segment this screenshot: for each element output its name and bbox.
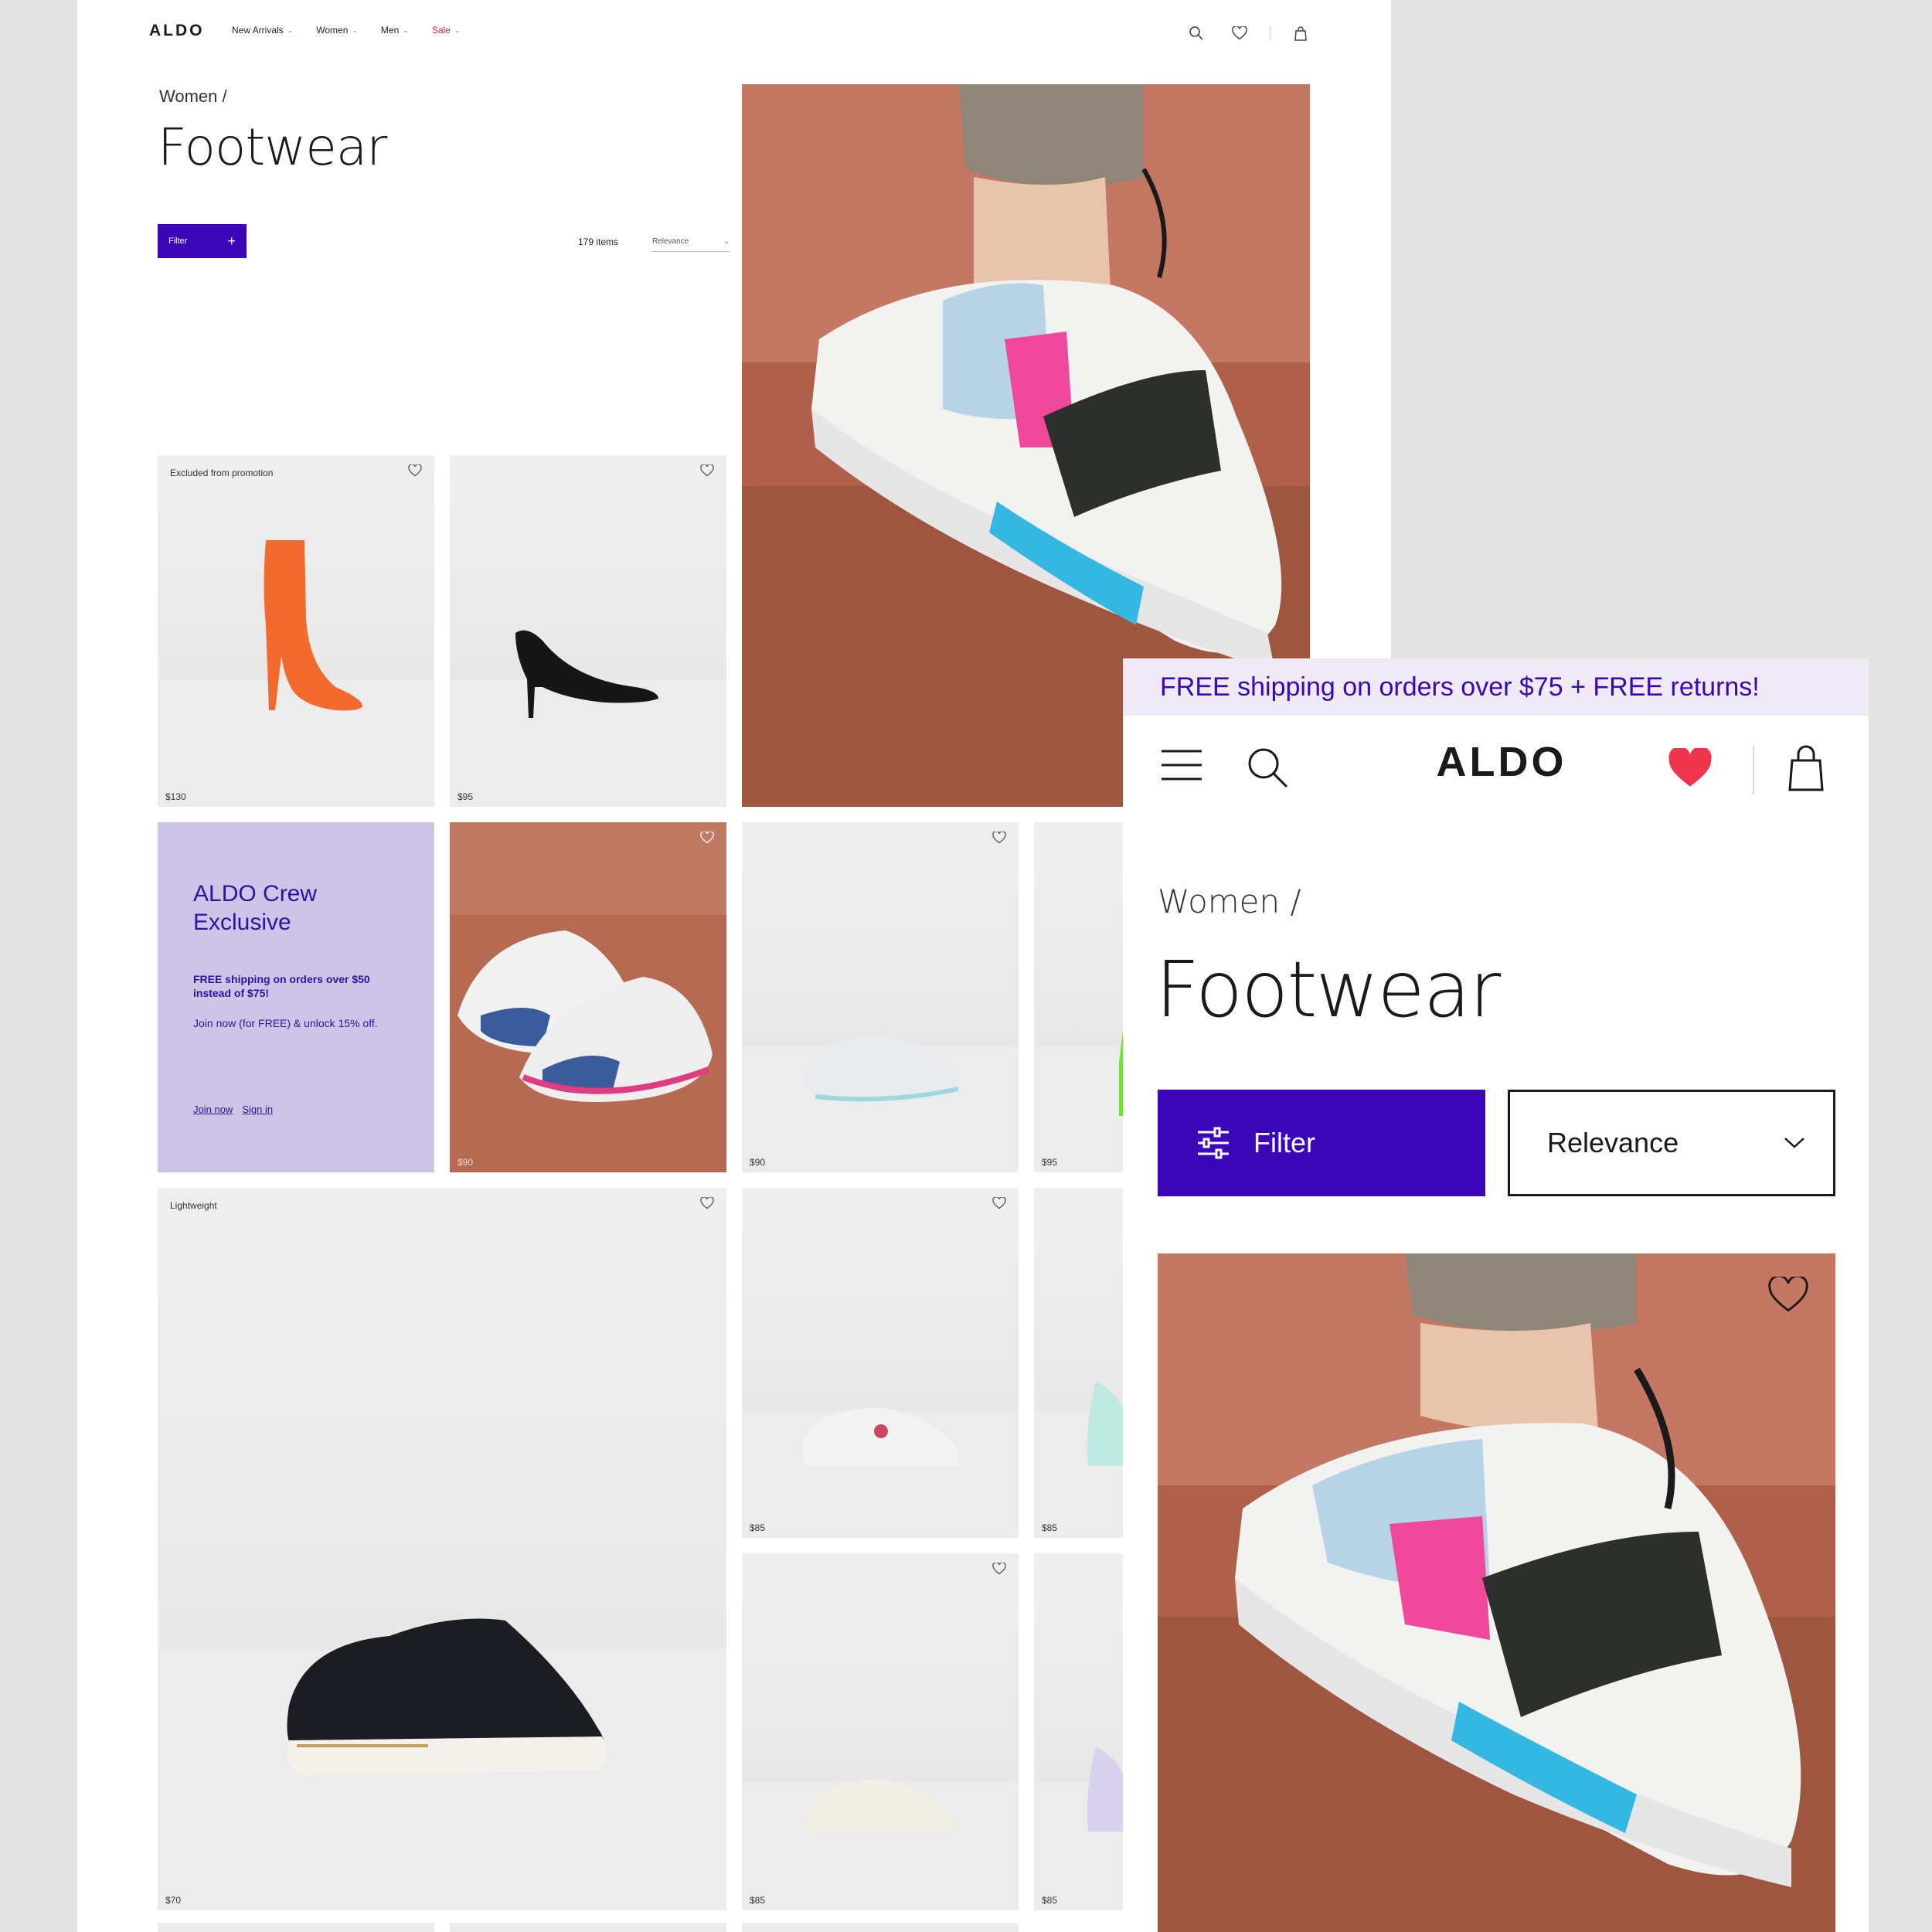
- wishlist-heart-icon[interactable]: [992, 1196, 1008, 1211]
- promo-heading: ALDO Crew Exclusive: [193, 881, 318, 935]
- nav-label: Sale: [431, 25, 451, 36]
- nav-men[interactable]: Men ⌄: [381, 25, 409, 36]
- product-tag: Excluded from promotion: [170, 468, 274, 478]
- item-count: 179 items: [578, 236, 619, 247]
- heart-icon[interactable]: [1226, 23, 1253, 43]
- filter-button[interactable]: Filter +: [158, 224, 247, 258]
- product-price: $95: [1042, 1157, 1058, 1168]
- nav-new-arrivals[interactable]: New Arrivals ⌄: [232, 25, 293, 36]
- product-price: $90: [457, 1157, 474, 1168]
- wishlist-heart-icon[interactable]: [1767, 1274, 1811, 1315]
- header-divider: [1753, 747, 1754, 794]
- sneakers-lifestyle-image: [450, 822, 726, 1172]
- promo-text: Join now (for FREE) & unlock 15% off.: [193, 1017, 378, 1029]
- search-icon[interactable]: [1183, 23, 1209, 43]
- breadcrumb[interactable]: Women /: [1158, 883, 1301, 920]
- wishlist-heart-icon[interactable]: [700, 831, 716, 845]
- page-title: Footwear: [1155, 944, 1501, 1035]
- white-sneaker-image: [807, 1035, 959, 1102]
- product-price: $95: [457, 791, 474, 802]
- cream-slip-on-image: [806, 1779, 954, 1833]
- wishlist-heart-icon[interactable]: [700, 464, 716, 478]
- chevron-down-icon: ⌄: [352, 26, 358, 34]
- product-card[interactable]: [450, 1923, 726, 1932]
- shipping-banner[interactable]: FREE shipping on orders over $75 + FREE …: [1123, 658, 1869, 716]
- product-price: $85: [750, 1522, 766, 1533]
- sign-in-link[interactable]: Sign in: [242, 1104, 273, 1115]
- promo-links: Join now Sign in: [193, 1104, 273, 1115]
- svg-text:ALDO: ALDO: [1437, 739, 1567, 785]
- sort-label: Relevance: [1547, 1127, 1679, 1158]
- sliders-icon: [1198, 1127, 1229, 1159]
- black-sneaker-image: [287, 1618, 607, 1775]
- wishlist-heart-icon[interactable]: [408, 464, 423, 478]
- filter-label: Filter: [168, 236, 188, 246]
- chevron-down-icon: ⌄: [403, 26, 409, 34]
- filter-label: Filter: [1253, 1127, 1315, 1158]
- bag-icon[interactable]: [1287, 23, 1314, 43]
- mobile-header: ALDO: [1123, 716, 1869, 816]
- nav-label: New Arrivals: [232, 25, 284, 36]
- mobile-page: FREE shipping on orders over $75 + FREE …: [1123, 658, 1869, 1932]
- chevron-down-icon: [1784, 1138, 1804, 1148]
- bag-icon[interactable]: [1787, 743, 1826, 793]
- plus-icon: +: [227, 233, 236, 249]
- aldo-crew-promo: ALDO Crew Exclusive FREE shipping on ord…: [158, 822, 434, 1172]
- product-card[interactable]: [158, 1923, 434, 1932]
- nav-label: Women: [316, 25, 349, 36]
- wishlist-heart-icon[interactable]: [1668, 746, 1714, 791]
- breadcrumb[interactable]: Women /: [159, 87, 227, 107]
- product-card[interactable]: $95: [450, 455, 726, 807]
- white-embellished-sneaker-image: [802, 1408, 958, 1466]
- product-price: $85: [1042, 1895, 1058, 1906]
- nav-label: Men: [380, 25, 400, 36]
- hamburger-menu-icon[interactable]: [1160, 748, 1206, 787]
- orange-boot-image: [264, 540, 362, 711]
- filter-button[interactable]: Filter: [1158, 1090, 1485, 1196]
- product-tag: Lightweight: [170, 1200, 217, 1211]
- nav-women[interactable]: Women ⌄: [316, 25, 358, 36]
- aldo-logo[interactable]: ALDO: [1409, 739, 1594, 785]
- search-icon[interactable]: [1247, 747, 1293, 793]
- black-pump-image: [515, 630, 658, 718]
- promo-text: FREE shipping on orders over $50 instead…: [193, 973, 370, 999]
- desktop-header-icons: [1183, 23, 1314, 43]
- sort-select[interactable]: Relevance: [1508, 1090, 1835, 1196]
- chevron-down-icon: ⌄: [723, 237, 730, 246]
- sort-select[interactable]: Relevance ⌄: [652, 232, 730, 252]
- product-card[interactable]: $90: [450, 822, 726, 1172]
- product-card[interactable]: $90: [742, 822, 1019, 1172]
- chevron-down-icon: ⌄: [454, 26, 461, 34]
- product-card[interactable]: [742, 1923, 1019, 1932]
- product-card[interactable]: Excluded from promotion $130: [158, 455, 434, 807]
- desktop-logo[interactable]: ALDO: [149, 22, 205, 40]
- desktop-main-menu: New Arrivals ⌄ Women ⌄ Men ⌄ Sale ⌄: [232, 25, 460, 36]
- wishlist-heart-icon[interactable]: [992, 1562, 1008, 1577]
- nav-sale[interactable]: Sale ⌄: [432, 25, 461, 36]
- hero-product-image[interactable]: [1158, 1253, 1835, 1932]
- sneaker-photo: [1158, 1253, 1835, 1932]
- page-title: Footwear: [158, 117, 387, 177]
- join-now-link[interactable]: Join now: [193, 1104, 233, 1115]
- product-price: $130: [165, 791, 186, 802]
- product-price: $85: [1042, 1522, 1058, 1533]
- wishlist-heart-icon[interactable]: [992, 831, 1008, 845]
- product-card[interactable]: $85: [742, 1188, 1019, 1538]
- sort-label: Relevance: [652, 237, 689, 246]
- wishlist-heart-icon[interactable]: [700, 1196, 716, 1211]
- chevron-down-icon: ⌄: [287, 26, 294, 34]
- product-card-large[interactable]: Lightweight $70: [158, 1188, 726, 1910]
- product-card[interactable]: $85: [742, 1553, 1019, 1910]
- product-price: $85: [750, 1895, 766, 1906]
- product-price: $90: [750, 1157, 766, 1168]
- desktop-header: ALDO New Arrivals ⌄ Women ⌄ Men ⌄ Sale ⌄: [77, 0, 1391, 65]
- product-price: $70: [165, 1895, 182, 1906]
